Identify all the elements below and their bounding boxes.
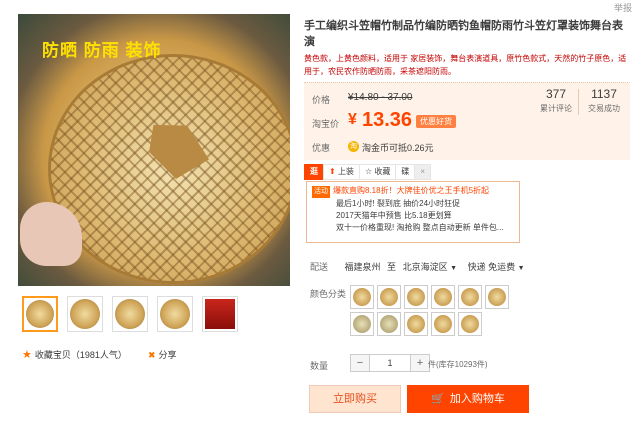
stat-divider — [578, 89, 579, 115]
deal-badge: 优惠好货 — [416, 115, 456, 128]
color-swatch[interactable] — [458, 312, 482, 336]
delivery-row: 配送 福建泉州 至 北京海淀区 ▼ 快递 免运费 ▼ — [310, 260, 525, 273]
delivery-label: 配送 — [310, 262, 329, 272]
promo-line-2[interactable]: 2017天猫年中预售 比5.18更划算 — [312, 210, 514, 222]
quantity-label: 数量 — [310, 361, 329, 371]
collect-button[interactable]: ★ 收藏宝贝（1981人气） — [22, 348, 127, 361]
quantity-plus-button[interactable]: + — [411, 355, 429, 371]
thumbnail-4[interactable] — [157, 296, 193, 332]
color-swatch[interactable] — [458, 285, 482, 309]
share-label: 分享 — [158, 350, 177, 360]
promo-tag: 活动 — [312, 186, 330, 198]
color-swatch[interactable] — [404, 312, 428, 336]
delivery-to-word: 至 — [387, 262, 397, 272]
promo-line-1[interactable]: 最后1小时! 裂到底 抽价24小时狂促 — [312, 198, 514, 210]
color-swatch[interactable] — [377, 285, 401, 309]
reviews-label: 累计评论 — [540, 104, 572, 113]
thumbnail-strip — [22, 296, 238, 332]
star-outline-icon: ☆ — [364, 167, 373, 176]
chevron-down-icon: ▼ — [450, 265, 458, 272]
promo-box: 活动 爆款直购8.18折！大牌佳价优之王手机5折起 最后1小时! 裂到底 抽价24… — [306, 181, 520, 243]
thumbnail-1[interactable] — [22, 296, 58, 332]
thumbnail-2[interactable] — [67, 296, 103, 332]
star-icon: ★ — [22, 349, 32, 361]
color-swatch[interactable] — [431, 312, 455, 336]
shipping-select[interactable]: 快递 免运费 ▼ — [468, 262, 525, 272]
color-swatch[interactable] — [431, 285, 455, 309]
promo-tab-1-label: 上装 — [337, 167, 354, 176]
buy-now-button[interactable]: 立即购买 — [309, 385, 401, 413]
price-label: 价格 — [312, 95, 331, 105]
promo-line-3[interactable]: 双十一价格重现! 淘抢购 整点自动更新 单件包... — [312, 222, 514, 234]
image-banner-text: 防晒 防雨 装饰 — [42, 41, 162, 60]
promo-toolbar: 逛 ⬆ 上装 ☆ 收藏 碟 × — [304, 164, 432, 180]
quantity-stepper: − 1 + — [350, 354, 430, 372]
promo-tab-3[interactable]: 碟 — [395, 164, 415, 180]
share-icon: ✖ — [148, 350, 156, 360]
color-swatch[interactable] — [404, 285, 428, 309]
report-link[interactable]: 举报 — [614, 1, 632, 14]
promo-tab-0[interactable]: 逛 — [304, 164, 323, 180]
color-label: 颜色分类 — [310, 289, 347, 299]
add-to-cart-label: 加入购物车 — [449, 393, 505, 405]
delivery-from: 福建泉州 — [344, 262, 381, 272]
promo-line-0[interactable]: 活动 爆款直购8.18折！大牌佳价优之王手机5折起 — [312, 185, 514, 198]
main-product-image: 防晒 防雨 装饰 — [18, 14, 290, 286]
product-description: 黄色款，上黄色颜料，适用于 家居装饰，舞台表演道具，原竹色款式，天然的竹子原色，… — [304, 54, 627, 76]
sales-count: 1137 — [591, 87, 617, 101]
color-swatch[interactable] — [350, 285, 374, 309]
coin-icon: 淘 — [348, 141, 359, 152]
delivery-destination: 北京海淀区 — [402, 262, 448, 272]
quantity-minus-button[interactable]: − — [351, 355, 369, 371]
discount-label: 优惠 — [312, 143, 331, 153]
promo-line-0-text: 爆款直购8.18折！大牌佳价优之王手机5折起 — [333, 186, 490, 195]
reviews-stat[interactable]: 377 累计评论 — [540, 87, 572, 114]
add-to-cart-button[interactable]: 🛒 加入购物车 — [407, 385, 529, 413]
cart-icon: 🛒 — [431, 393, 445, 405]
share-button[interactable]: ✖ 分享 — [148, 348, 177, 361]
collect-label: 收藏宝贝（1981人气） — [34, 350, 127, 360]
sales-label: 交易成功 — [588, 104, 620, 113]
delivery-destination-select[interactable]: 北京海淀区 ▼ — [403, 262, 457, 272]
currency-symbol: ¥ — [348, 111, 357, 128]
taobao-price-label: 淘宝价 — [312, 119, 340, 129]
stock-info: 件(库存10293件) — [428, 360, 488, 369]
promo-tab-1[interactable]: ⬆ 上装 — [323, 164, 359, 180]
price-panel: 价格 ¥14.80 - 37.00 淘宝价 ¥ 13.36 优惠好货 377 累… — [304, 82, 630, 160]
promo-tab-2[interactable]: ☆ 收藏 — [358, 164, 396, 180]
sales-stat: 1137 交易成功 — [588, 87, 620, 114]
up-arrow-icon: ⬆ — [329, 167, 336, 176]
thumbnail-5[interactable] — [202, 296, 238, 332]
thumbnail-3[interactable] — [112, 296, 148, 332]
shipping-method: 快递 免运费 — [467, 262, 516, 272]
color-swatches — [350, 285, 530, 336]
color-swatch[interactable] — [350, 312, 374, 336]
original-price: ¥14.80 - 37.00 — [348, 92, 413, 103]
product-title: 手工编织斗笠帽竹制品竹编防晒钓鱼帽防雨竹斗笠灯罩装饰舞台表演 — [304, 20, 623, 48]
coin-text: 淘金币可抵0.26元 — [362, 143, 434, 153]
color-swatch[interactable] — [377, 312, 401, 336]
promo-close-button[interactable]: × — [414, 164, 432, 180]
reviews-count: 377 — [545, 87, 567, 101]
current-price: 13.36 — [362, 109, 413, 131]
chevron-down-icon: ▼ — [517, 265, 525, 272]
color-swatch[interactable] — [485, 285, 509, 309]
quantity-input[interactable]: 1 — [369, 355, 411, 371]
promo-tab-2-label: 收藏 — [374, 167, 391, 176]
